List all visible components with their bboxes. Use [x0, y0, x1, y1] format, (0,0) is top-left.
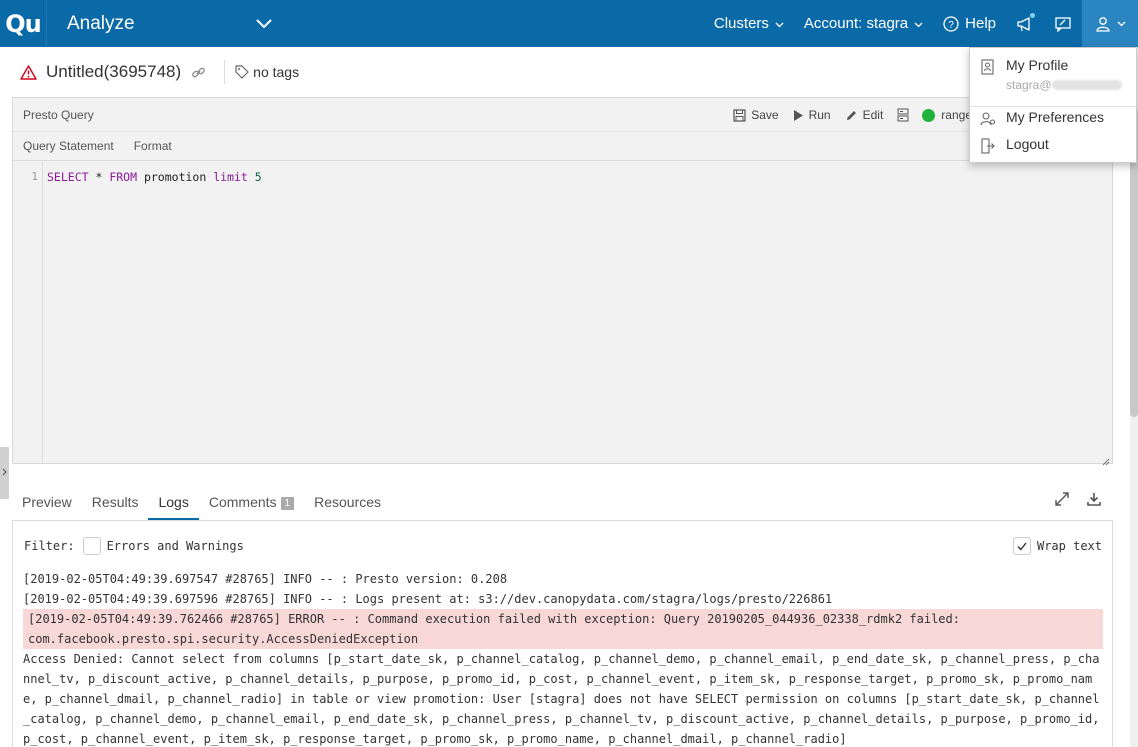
log-line: [2019-02-05T04:49:39.697596 #28765] INFO…	[23, 592, 833, 606]
menu-item-logout[interactable]: Logout	[970, 136, 1136, 154]
log-line: [2019-02-05T04:49:39.697547 #28765] INFO…	[23, 572, 508, 586]
save-label: Save	[751, 108, 779, 122]
resize-handle-icon[interactable]	[1102, 453, 1110, 466]
filter-label: Filter:	[24, 539, 75, 553]
cluster-status-dot	[922, 108, 936, 122]
account-label: Account: stagra	[803, 15, 909, 32]
cluster-selector[interactable]: range	[897, 108, 972, 122]
query-type-label: Presto Query	[23, 107, 94, 122]
profile-card-icon	[970, 57, 1006, 75]
query-editor-panel: Presto Query Save Run Edit range Query S…	[12, 97, 1113, 466]
help-link[interactable]: ? Help	[933, 0, 1006, 47]
tab-query-statement[interactable]: Query Statement	[23, 139, 114, 153]
top-nav: Qu Analyze Clusters Account: stagra ? He…	[0, 0, 1138, 47]
log-line: Access Denied: Cannot select from column…	[23, 652, 1100, 746]
divider	[224, 60, 226, 84]
clusters-menu[interactable]: Clusters	[704, 0, 794, 47]
notification-dot	[1030, 13, 1035, 18]
help-icon: ?	[943, 15, 959, 32]
app-logo[interactable]: Qu	[0, 0, 47, 47]
app-switcher-label[interactable]: Analyze	[67, 13, 135, 35]
tags-label[interactable]: no tags	[253, 64, 299, 80]
chevron-down-icon	[914, 15, 923, 32]
link-icon[interactable]	[191, 65, 206, 80]
run-button[interactable]: Run	[793, 108, 831, 122]
tab-logs[interactable]: Logs	[148, 494, 199, 520]
wrap-text-checkbox[interactable]	[1012, 537, 1031, 555]
account-menu[interactable]: Account: stagra	[794, 0, 933, 47]
menu-divider	[970, 106, 1136, 107]
chevron-down-icon[interactable]	[253, 13, 275, 35]
keyword-select: SELECT	[47, 170, 89, 184]
announcements-button[interactable]	[1006, 0, 1044, 47]
chevron-down-icon	[775, 15, 784, 32]
user-menu-button[interactable]	[1082, 0, 1138, 47]
code-star: *	[88, 170, 110, 184]
save-button[interactable]: Save	[733, 108, 779, 122]
tab-resources[interactable]: Resources	[304, 494, 391, 520]
sidebar-toggle[interactable]	[0, 447, 9, 499]
tab-comments[interactable]: Comments 1	[199, 494, 304, 520]
chevron-right-icon	[2, 468, 7, 478]
edit-button[interactable]: Edit	[845, 108, 884, 122]
query-title[interactable]: Untitled(3695748)	[46, 62, 181, 82]
checkmark-icon	[1017, 542, 1027, 551]
menu-item-my-preferences[interactable]: My Preferences	[970, 109, 1136, 127]
log-error-line: [2019-02-05T04:49:39.762466 #28765] ERRO…	[23, 609, 1103, 649]
result-tabs: Preview Results Logs Comments 1 Resources	[12, 482, 1113, 520]
line-number: 1	[31, 170, 38, 183]
keyword-limit: limit	[213, 170, 248, 184]
keyword-from: FROM	[109, 170, 138, 184]
chevron-down-icon	[1117, 21, 1126, 27]
code-line[interactable]: SELECT * FROM promotion limit 5	[47, 170, 262, 184]
logout-icon	[970, 136, 1006, 154]
errors-warnings-label: Errors and Warnings	[106, 539, 244, 553]
user-settings-icon	[970, 109, 1006, 127]
feedback-icon	[1054, 16, 1072, 32]
errors-warnings-checkbox[interactable]	[82, 537, 101, 555]
edit-label: Edit	[862, 108, 884, 122]
save-icon	[733, 108, 751, 122]
help-label: Help	[965, 15, 996, 32]
run-label: Run	[808, 108, 831, 122]
user-email: stagra@	[1006, 78, 1122, 92]
tab-format[interactable]: Format	[134, 139, 172, 153]
wrap-text-label: Wrap text	[1036, 539, 1102, 553]
code-table: promotion	[137, 170, 214, 184]
user-dropdown-menu: My Profile stagra@ My Preferences Logout	[969, 47, 1137, 163]
logs-panel: Filter: Errors and Warnings Wrap text [2…	[12, 520, 1113, 747]
cluster-label: range	[941, 108, 972, 122]
menu-item-my-profile[interactable]: My Profile stagra@	[970, 57, 1136, 92]
query-title-row: Untitled(3695748) no tags	[0, 47, 1130, 97]
logout-label: Logout	[1006, 136, 1049, 152]
email-text: stagra@	[1006, 78, 1052, 92]
my-preferences-label: My Preferences	[1006, 109, 1105, 125]
clusters-label: Clusters	[713, 15, 769, 32]
play-icon	[793, 109, 809, 122]
tab-comments-label: Comments	[208, 494, 277, 510]
feedback-button[interactable]	[1044, 0, 1082, 47]
pencil-icon	[845, 109, 863, 122]
code-editor[interactable]: 1 SELECT * FROM promotion limit 5	[13, 162, 1112, 466]
server-icon	[897, 108, 914, 122]
code-number: 5	[247, 170, 262, 184]
warning-icon	[20, 64, 37, 80]
line-numbers: 1	[13, 162, 43, 463]
download-icon[interactable]	[1087, 492, 1101, 506]
log-output[interactable]: [2019-02-05T04:49:39.697547 #28765] INFO…	[23, 569, 1103, 747]
user-icon	[1095, 16, 1111, 32]
comments-count-badge: 1	[280, 497, 295, 510]
tab-preview[interactable]: Preview	[12, 494, 82, 520]
svg-text:?: ?	[948, 20, 954, 31]
redacted-email-domain	[1051, 80, 1122, 90]
tab-results[interactable]: Results	[82, 494, 149, 520]
expand-icon[interactable]	[1055, 492, 1069, 506]
my-profile-label: My Profile	[1006, 57, 1069, 73]
tag-icon	[235, 65, 249, 79]
